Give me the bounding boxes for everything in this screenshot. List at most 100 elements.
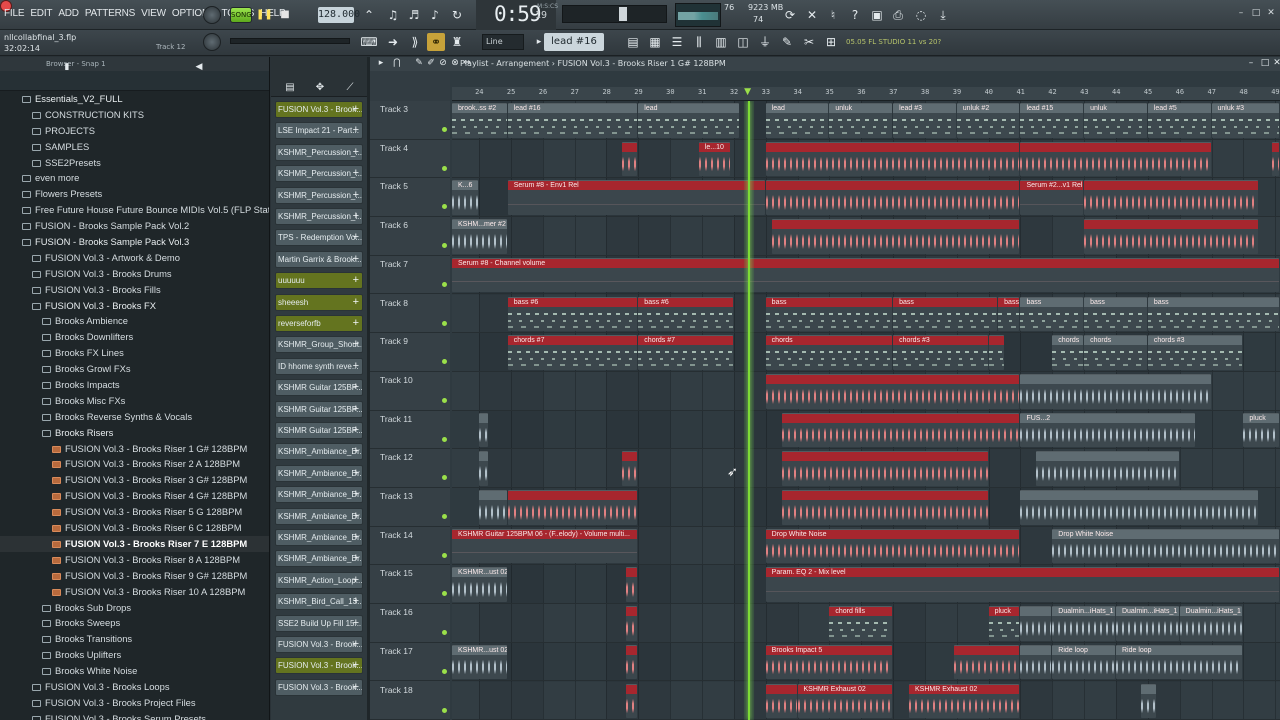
- browser-file-item[interactable]: FUSION Vol.3 - Brooks Riser 6 C 128BPM: [0, 520, 269, 536]
- track-mute-led[interactable]: [442, 320, 447, 326]
- plus-icon[interactable]: +: [353, 444, 359, 459]
- picker-clip[interactable]: KSHMR_Group_Shout... +: [275, 336, 363, 354]
- browser-folder-item[interactable]: FUSION Vol.3 - Brooks FX: [0, 298, 269, 314]
- playlist-clip[interactable]: unluk #2: [956, 103, 1020, 138]
- stop-icon[interactable]: ■: [278, 6, 292, 24]
- playlist-clip[interactable]: chords #7: [507, 335, 638, 370]
- playlist-clip[interactable]: Ride loop: [1052, 644, 1115, 680]
- playlist-clip[interactable]: lead #5: [1147, 103, 1211, 138]
- playlist-clip[interactable]: Dualmin...iHats_1: [1179, 606, 1243, 641]
- browser-folder-item[interactable]: Brooks Transitions: [0, 631, 269, 647]
- minimize-icon[interactable]: –: [1236, 8, 1246, 18]
- track-mute-led[interactable]: [442, 591, 447, 597]
- menu-file[interactable]: FILE: [4, 8, 25, 19]
- plus-icon[interactable]: +: [353, 295, 359, 310]
- playlist-clip[interactable]: [1020, 373, 1211, 409]
- playlist-clip[interactable]: chords: [1052, 335, 1084, 370]
- track-mute-led[interactable]: [442, 630, 447, 636]
- track-header[interactable]: Track 18: [370, 682, 450, 720]
- plus-icon[interactable]: +: [353, 487, 359, 502]
- pattern-select[interactable]: lead #16: [544, 33, 604, 51]
- track-mute-led[interactable]: [442, 514, 447, 519]
- browser-file-item[interactable]: FUSION Vol.3 - Brooks Riser 9 G# 128BPM: [0, 568, 269, 584]
- picker-clip[interactable]: KSHMR_Ambiance_Dr... +: [275, 486, 363, 504]
- playhead-marker-icon[interactable]: ▼: [744, 87, 751, 97]
- picker-clip[interactable]: KSHMR_Ambiance_Dr... +: [275, 550, 363, 568]
- playlist-clip[interactable]: lead #3: [893, 103, 956, 138]
- browser-file-item[interactable]: FUSION Vol.3 - Brooks Riser 1 G# 128BPM: [0, 441, 269, 457]
- picker-audio-icon[interactable]: ✥: [311, 79, 329, 97]
- playlist-clip[interactable]: [1020, 490, 1259, 525]
- magnet-icon[interactable]: ⋂: [388, 57, 406, 72]
- picker-clip[interactable]: FUSION Vol.3 - Brook... +: [275, 636, 363, 653]
- browser-folder-item[interactable]: FUSION Vol.3 - Brooks Loops: [0, 679, 269, 695]
- picker-clip[interactable]: ID hhome synth reve... +: [275, 357, 363, 375]
- master-pitch-slider[interactable]: [230, 38, 350, 44]
- plus-icon[interactable]: +: [353, 616, 359, 631]
- track-header[interactable]: Track 10: [370, 372, 450, 411]
- picker-clip[interactable]: sheeesh +: [275, 293, 363, 311]
- menu-add[interactable]: ADD: [58, 8, 79, 19]
- blend-icon[interactable]: ♪: [426, 6, 444, 24]
- playlist-clip[interactable]: bass: [1147, 296, 1279, 332]
- playlist-clip[interactable]: bass: [893, 296, 998, 332]
- browser-folder-item[interactable]: Brooks FX Lines: [0, 345, 269, 361]
- metronome-icon[interactable]: ⌃: [360, 6, 378, 24]
- track-header[interactable]: Track 8: [370, 295, 450, 334]
- master-volume-slider[interactable]: [562, 5, 667, 23]
- track-header[interactable]: Track 13: [370, 488, 450, 527]
- browser-folder-item[interactable]: Brooks Downlifters: [0, 329, 269, 345]
- browser-icon[interactable]: ▥: [712, 33, 730, 51]
- track-mute-led[interactable]: [442, 552, 447, 558]
- track-mute-led[interactable]: [442, 436, 447, 442]
- refresh-icon[interactable]: ⟳: [781, 6, 799, 24]
- playlist-clip[interactable]: [953, 644, 1020, 680]
- playlist-clip[interactable]: [479, 451, 488, 486]
- browser-folder-item[interactable]: Brooks Ambience: [0, 313, 269, 329]
- browser-file-item[interactable]: FUSION Vol.3 - Brooks Riser 2 A 128BPM: [0, 456, 269, 472]
- plus-icon[interactable]: +: [353, 188, 359, 203]
- close-icon[interactable]: ✕: [1266, 8, 1276, 18]
- step-edit-icon[interactable]: ➜: [384, 33, 402, 51]
- track-mute-led[interactable]: [442, 204, 447, 210]
- browser-folder-item[interactable]: Brooks Sweeps: [0, 615, 269, 631]
- playlist-clip[interactable]: bass: [1020, 296, 1084, 332]
- project-icon[interactable]: ◫: [734, 33, 752, 51]
- menu-patterns[interactable]: PATTERNS: [85, 8, 135, 19]
- playlist-clip[interactable]: K...6: [452, 180, 479, 216]
- playlist-clip[interactable]: [1036, 451, 1179, 486]
- help-icon[interactable]: ?: [846, 6, 864, 24]
- picker-clip[interactable]: FUSION Vol.3 - Brook... +: [275, 101, 363, 118]
- track-header[interactable]: Track 3: [370, 101, 450, 140]
- picker-clip[interactable]: uuuuuu +: [275, 272, 363, 290]
- pause-icon[interactable]: ❚❚: [256, 6, 273, 24]
- playlist-clip[interactable]: KSHMR Guitar 125BPM 06 - (F..elody) - Vo…: [452, 528, 638, 564]
- track-mute-led[interactable]: [442, 165, 447, 171]
- playlist-clip[interactable]: le...10: [698, 141, 730, 177]
- browser-folder-item[interactable]: FUSION - Brooks Sample Pack Vol.3: [0, 234, 269, 250]
- browser-folder-item[interactable]: Brooks Misc FXs: [0, 393, 269, 409]
- browser-folder-item[interactable]: FUSION Vol.3 - Brooks Serum Presets: [0, 711, 269, 720]
- browser-folder-item[interactable]: FUSION Vol.3 - Artwork & Demo: [0, 250, 269, 266]
- browser-folder-item[interactable]: FUSION Vol.3 - Brooks Project Files: [0, 695, 269, 711]
- plus-icon[interactable]: +: [353, 102, 359, 117]
- hint-knob[interactable]: [203, 6, 221, 24]
- playlist-clip[interactable]: Serum #8 - Channel volume: [452, 257, 1279, 293]
- playlist-clip[interactable]: [1084, 219, 1259, 254]
- playlist-clip[interactable]: FUS...2: [1020, 412, 1195, 448]
- mixer-icon[interactable]: ⫼: [690, 33, 708, 51]
- playlist-clip[interactable]: lead #15: [1020, 103, 1084, 138]
- picker-clip[interactable]: KSHMR_Ambiance_Dr... +: [275, 507, 363, 525]
- playlist-clip[interactable]: [765, 180, 1020, 216]
- plus-icon[interactable]: +: [353, 680, 359, 695]
- playlist-clip[interactable]: chord fills: [829, 606, 893, 641]
- browser-folder-item[interactable]: PROJECTS: [0, 123, 269, 139]
- browser-folder-icon[interactable]: ▮: [58, 58, 76, 76]
- track-header[interactable]: Track 4: [370, 140, 450, 179]
- plugin-icon[interactable]: ⏚: [756, 33, 774, 51]
- track-mute-led[interactable]: [442, 475, 447, 481]
- browser-file-item[interactable]: FUSION Vol.3 - Brooks Riser 4 G# 128BPM: [0, 488, 269, 504]
- browser-file-item[interactable]: FUSION Vol.3 - Brooks Riser 5 G 128BPM: [0, 504, 269, 520]
- playlist-clip[interactable]: Drop White Noise: [765, 528, 1020, 564]
- browser-folder-item[interactable]: FUSION Vol.3 - Brooks Drums: [0, 266, 269, 282]
